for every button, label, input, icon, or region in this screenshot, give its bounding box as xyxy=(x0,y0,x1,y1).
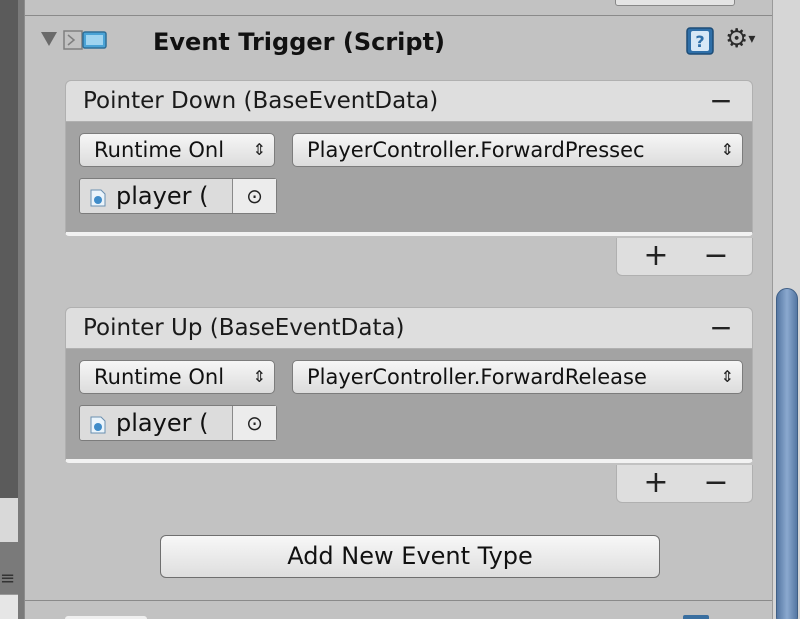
event-header: Pointer Up (BaseEventData) − xyxy=(65,307,753,349)
target-object-value: player ( xyxy=(116,182,209,210)
menu-icon[interactable]: ≡ xyxy=(0,568,15,590)
event-header: Pointer Down (BaseEventData) − xyxy=(65,80,753,122)
event-title: Pointer Down (BaseEventData) xyxy=(83,88,439,114)
runtime-mode-value: Runtime Onl xyxy=(94,138,225,162)
function-dropdown[interactable]: PlayerController.ForwardRelease ⇕ xyxy=(292,360,743,394)
object-picker-icon[interactable]: ⊙ xyxy=(232,179,276,213)
unity-editor-window: ≡ Event Trigger (Script) ? ⚙▾ Pointer Do… xyxy=(0,0,800,619)
dropdown-arrows-icon: ⇕ xyxy=(720,140,734,159)
scene-view-light-area xyxy=(0,498,18,542)
event-title: Pointer Up (BaseEventData) xyxy=(83,315,405,341)
object-picker-icon[interactable]: ⊙ xyxy=(232,406,276,440)
inspector-panel: Event Trigger (Script) ? ⚙▾ Pointer Down… xyxy=(24,0,773,619)
function-value: PlayerController.ForwardRelease xyxy=(307,365,647,389)
event-listener-list: Runtime Onl ⇕ PlayerController.ForwardRe… xyxy=(65,349,753,463)
remove-listener-button[interactable]: − xyxy=(701,238,731,274)
event-entry-pointer-up: Pointer Up (BaseEventData) − Runtime Onl… xyxy=(65,307,753,507)
dropdown-arrows-icon: ⇕ xyxy=(252,367,266,386)
runtime-mode-dropdown[interactable]: Runtime Onl ⇕ xyxy=(79,133,275,167)
remove-event-button[interactable]: − xyxy=(706,312,736,344)
svg-text:?: ? xyxy=(695,32,704,51)
help-icon[interactable]: ? xyxy=(685,26,715,56)
add-new-event-type-button[interactable]: Add New Event Type xyxy=(160,535,660,578)
listener-add-remove-footer: + − xyxy=(616,465,753,503)
foldout-arrow-icon[interactable] xyxy=(41,32,57,46)
function-dropdown[interactable]: PlayerController.ForwardPressec ⇕ xyxy=(292,133,743,167)
inspector-scrollbar[interactable] xyxy=(772,0,800,619)
function-value: PlayerController.ForwardPressec xyxy=(307,138,645,162)
dropdown-arrows-icon: ⇕ xyxy=(252,140,266,159)
target-object-field[interactable]: player ( ⊙ xyxy=(79,405,277,441)
previous-component-button[interactable] xyxy=(615,0,735,6)
scene-view-bottom-panel xyxy=(0,594,18,619)
dropdown-arrows-icon: ⇕ xyxy=(720,367,734,386)
scene-view-dark-area xyxy=(0,0,18,498)
runtime-mode-dropdown[interactable]: Runtime Onl ⇕ xyxy=(79,360,275,394)
component-title: Event Trigger (Script) xyxy=(153,28,446,56)
listener-add-remove-footer: + − xyxy=(616,238,753,276)
next-component-edge xyxy=(25,600,773,619)
gear-icon[interactable]: ⚙▾ xyxy=(725,22,765,56)
scene-view-edge: ≡ xyxy=(0,0,24,619)
target-object-value: player ( xyxy=(116,409,209,437)
remove-listener-button[interactable]: − xyxy=(701,465,731,501)
event-listener-list: Runtime Onl ⇕ PlayerController.ForwardPr… xyxy=(65,122,753,236)
runtime-mode-value: Runtime Onl xyxy=(94,365,225,389)
remove-event-button[interactable]: − xyxy=(706,85,736,117)
script-icon[interactable] xyxy=(63,29,107,51)
scrollbar-thumb[interactable] xyxy=(776,288,798,619)
script-object-icon xyxy=(90,416,106,434)
target-object-field[interactable]: player ( ⊙ xyxy=(79,178,277,214)
next-component-icon xyxy=(683,615,709,619)
event-entry-pointer-down: Pointer Down (BaseEventData) − Runtime O… xyxy=(65,80,753,280)
add-listener-button[interactable]: + xyxy=(641,238,671,274)
add-listener-button[interactable]: + xyxy=(641,465,671,501)
previous-component-edge xyxy=(25,0,773,16)
script-object-icon xyxy=(90,189,106,207)
